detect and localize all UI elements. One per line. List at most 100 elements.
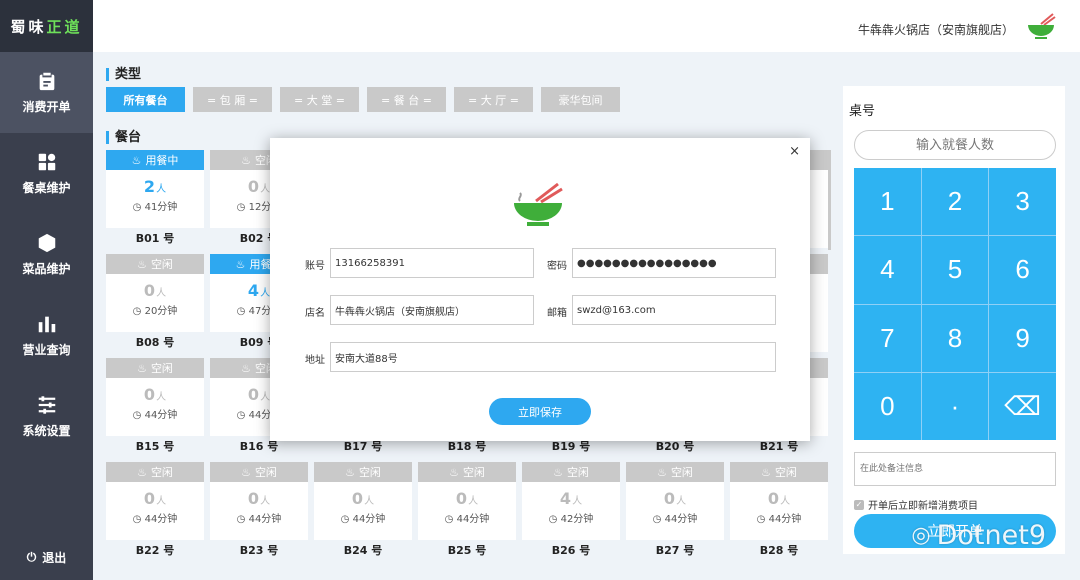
people-value: 0 [351,489,364,508]
pot-icon: ♨ [241,465,251,479]
table-card[interactable]: ♨ 空闲 0人 ◷ 44分钟 B25 号 [418,462,516,560]
elapsed-value: 44分钟 [768,514,802,525]
address-input[interactable] [330,342,776,372]
tab-hall[interactable]: = 大 厅 = [454,87,533,112]
key-6[interactable]: 6 [989,236,1056,304]
sidebar-item-settings[interactable]: 系统设置 [0,376,93,457]
clock-icon: ◷ [756,514,769,525]
key-2[interactable]: 2 [921,168,989,236]
table-card[interactable]: ♨ 空闲 0人 ◷ 44分钟 B23 号 [210,462,308,560]
watermark: ◎ Dotnet9 [911,520,1046,551]
people-value: 0 [247,385,260,404]
elapsed-value: 44分钟 [456,514,490,525]
people-unit: 人 [260,392,271,403]
key-4[interactable]: 4 [854,236,921,304]
tab-private-room[interactable]: = 包 厢 = [193,87,272,112]
key-5[interactable]: 5 [921,236,989,304]
people-value: 0 [663,489,676,508]
clock-icon: ◷ [236,306,249,317]
power-icon: ⏻ [26,550,37,564]
tab-all-tables[interactable]: 所有餐台 [106,87,185,112]
pot-icon: ♨ [235,257,246,271]
clock-icon: ◷ [132,202,145,213]
pot-icon: ♨ [345,465,355,479]
store-name-input[interactable] [330,295,534,325]
elapsed-value: 42分钟 [560,514,594,525]
key-9[interactable]: 9 [989,304,1056,372]
table-card[interactable]: ♨ 空闲 0人 ◷ 44分钟 B28 号 [730,462,828,560]
save-button[interactable]: 立即保存 [489,398,591,425]
sidebar-item-order[interactable]: 消费开单 [0,52,93,133]
status-label: 空闲 [150,466,173,479]
elapsed-time: ◷ 44分钟 [626,510,724,525]
tab-tables[interactable]: = 餐 台 = [367,87,446,112]
table-card[interactable]: ♨ 用餐中 2人 ◷ 41分钟 B01 号 [106,150,204,248]
box-icon [38,233,55,253]
status-label: 空闲 [462,466,485,479]
people-count: 0人 [626,489,724,508]
tab-lobby[interactable]: = 大 堂 = [280,87,359,112]
sidebar-item-tables[interactable]: 餐桌维护 [0,133,93,214]
pot-icon: ♨ [553,465,563,479]
table-status: ♨空闲 [626,462,724,482]
table-number: B25 号 [418,540,516,560]
noodle-bowl-icon [1028,13,1056,39]
people-count: 0人 [730,489,828,508]
table-status: ♨空闲 [314,462,412,482]
status-label: 空闲 [150,258,173,271]
people-count: 4人 [522,489,620,508]
table-number: B08 号 [106,332,204,352]
sidebar-item-label: 菜品维护 [22,262,71,276]
status-label: 空闲 [670,466,693,479]
people-count: 0人 [314,489,412,508]
pot-icon: ♨ [241,153,251,167]
pot-icon: ♨ [241,361,251,375]
people-count: 0人 [106,489,204,508]
key-8[interactable]: 8 [921,304,989,372]
sidebar-item-label: 消费开单 [22,100,71,114]
sidebar-item-label: 营业查询 [22,343,71,357]
close-icon[interactable]: × [789,144,800,159]
logout-label: 退出 [42,551,67,565]
email-label: 邮箱 [547,308,567,319]
table-card[interactable]: ♨ 空闲 0人 ◷ 44分钟 B27 号 [626,462,724,560]
table-number: B15 号 [106,436,204,456]
key-dot[interactable]: · [921,372,989,440]
table-card[interactable]: ♨ 空闲 0人 ◷ 20分钟 B08 号 [106,254,204,352]
table-number-title: 桌号 [849,104,876,119]
sidebar-item-reports[interactable]: 营业查询 [0,295,93,376]
account-input[interactable] [330,248,534,278]
add-items-checkbox[interactable]: ✓ 开单后立即新增消费项目 [854,497,978,512]
password-label: 密码 [547,261,567,272]
people-value: 0 [455,489,468,508]
elapsed-value: 44分钟 [144,410,178,421]
elapsed-time: ◷ 42分钟 [522,510,620,525]
elapsed-value: 20分钟 [144,306,178,317]
guests-input[interactable] [854,130,1056,160]
sidebar-item-label: 系统设置 [22,424,71,438]
tables-scrollbar[interactable] [828,150,831,250]
clock-icon: ◷ [340,514,353,525]
logout-button[interactable]: ⏻ 退出 [0,549,93,566]
key-0[interactable]: 0 [854,372,921,440]
people-value: 0 [143,385,156,404]
email-input[interactable] [572,295,776,325]
checkmark-icon: ✓ [854,499,864,510]
table-card[interactable]: ♨ 空闲 0人 ◷ 44分钟 B15 号 [106,358,204,456]
status-label: 空闲 [774,466,797,479]
note-input[interactable] [854,452,1056,486]
key-1[interactable]: 1 [854,168,921,236]
key-7[interactable]: 7 [854,304,921,372]
brand-part1: 蜀味 [10,17,47,36]
address-label: 地址 [305,355,325,366]
table-card[interactable]: ♨ 空闲 4人 ◷ 42分钟 B26 号 [522,462,620,560]
backspace-key[interactable]: ⌫ [989,372,1056,440]
sidebar-item-dishes[interactable]: 菜品维护 [0,214,93,295]
password-input[interactable] [572,248,776,278]
table-card[interactable]: ♨ 空闲 0人 ◷ 44分钟 B22 号 [106,462,204,560]
clock-icon: ◷ [236,202,249,213]
tab-luxury-room[interactable]: 豪华包间 [541,87,620,112]
key-3[interactable]: 3 [989,168,1056,236]
table-number: B23 号 [210,540,308,560]
table-card[interactable]: ♨ 空闲 0人 ◷ 44分钟 B24 号 [314,462,412,560]
